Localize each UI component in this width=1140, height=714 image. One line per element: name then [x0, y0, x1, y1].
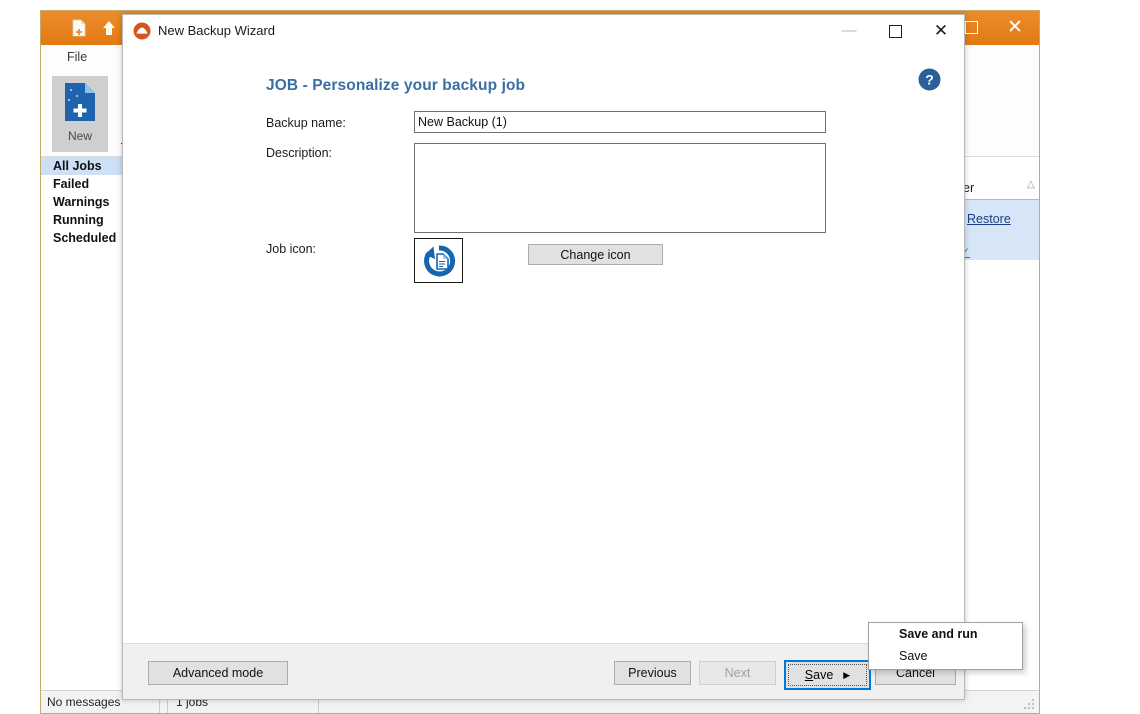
dialog-title: New Backup Wizard — [158, 23, 276, 38]
sort-ascending-icon: △ — [1027, 179, 1035, 190]
ribbon-new-label: New — [67, 129, 92, 143]
resize-grip-icon[interactable] — [1023, 698, 1035, 710]
dialog-minimize-button[interactable]: — — [826, 15, 872, 46]
advanced-mode-button[interactable]: Advanced mode — [148, 661, 288, 685]
backup-app-icon — [133, 22, 151, 40]
change-icon-button[interactable]: Change icon — [528, 244, 663, 265]
background-close-button[interactable]: ✕ — [993, 11, 1037, 45]
dialog-close-button[interactable]: ✕ — [918, 15, 964, 46]
dialog-body: Backup name: Description: Job icon: Chan… — [123, 105, 964, 644]
new-job-icon — [65, 83, 95, 121]
save-dropdown-menu: Save and run Save — [868, 622, 1023, 670]
description-label: Description: — [266, 146, 332, 160]
save-button-inner: Save ▶ — [788, 664, 867, 686]
save-accelerator: S — [804, 668, 814, 682]
new-backup-wizard-dialog: New Backup Wizard — ✕ JOB - Personalize … — [122, 14, 965, 700]
description-input[interactable] — [414, 143, 826, 233]
maximize-icon — [888, 24, 902, 38]
dialog-footer: Advanced mode Previous Next Save ▶ Cance… — [123, 643, 964, 699]
ribbon-new-button[interactable]: New — [52, 76, 108, 152]
page-title: JOB - Personalize your backup job — [266, 77, 526, 94]
previous-button[interactable]: Previous — [614, 661, 691, 685]
restore-link[interactable]: Restore — [967, 212, 1011, 226]
new-document-icon[interactable] — [69, 18, 89, 38]
job-icon-preview[interactable] — [414, 238, 463, 283]
backup-name-input[interactable] — [414, 111, 826, 133]
help-icon[interactable]: ? — [918, 68, 941, 91]
svg-text:?: ? — [925, 72, 934, 88]
upload-arrow-icon[interactable] — [99, 18, 119, 38]
maximize-icon — [964, 21, 978, 35]
backup-restore-icon — [423, 245, 455, 277]
job-icon-label: Job icon: — [266, 242, 317, 256]
backup-name-label: Backup name: — [266, 116, 346, 130]
menu-item-save[interactable]: Save — [869, 645, 1022, 667]
next-button: Next — [699, 661, 776, 685]
chevron-right-icon[interactable]: ▶ — [843, 670, 850, 680]
save-split-button[interactable]: Save ▶ — [784, 660, 871, 690]
dialog-titlebar: New Backup Wizard — ✕ — [123, 15, 964, 47]
status-messages: No messages — [47, 695, 121, 709]
menu-item-save-and-run[interactable]: Save and run — [869, 623, 1022, 645]
save-button-rest: ave — [813, 668, 834, 682]
save-button-label: Save — [805, 668, 834, 682]
ribbon-tab-file[interactable]: File — [59, 48, 95, 66]
dialog-maximize-button[interactable] — [872, 15, 918, 46]
